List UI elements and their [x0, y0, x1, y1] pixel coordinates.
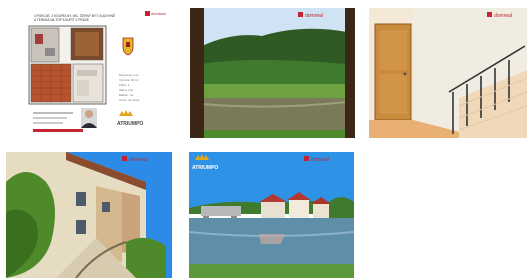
svg-text:ATRIUMPO: ATRIUMPO [117, 121, 143, 127]
floor-plan-title-2: A TERASA NA TOP KOUPIT V PRAZE [34, 18, 89, 22]
svg-text:ATRIUMPO: ATRIUMPO [192, 165, 218, 171]
floor-plan-drawing [28, 25, 107, 105]
brand-logo-icon [304, 156, 309, 161]
brand-logo-icon [122, 156, 127, 161]
gallery-thumb-street-houses[interactable]: domreal [6, 152, 172, 278]
gallery-thumb-river-village[interactable]: ATRIUMPO domreal [189, 152, 354, 278]
svg-text:Balkon: ne: Balkon: ne [119, 93, 134, 97]
brand-watermark: domreal [129, 157, 147, 163]
gallery-thumb-staircase[interactable]: domreal [369, 8, 527, 138]
coat-of-arms-icon [122, 37, 134, 56]
svg-text:Patro: 1.: Patro: 1. [119, 83, 131, 87]
bridge [201, 206, 241, 216]
brand-logo-icon [298, 12, 303, 17]
brand-logo-icon [145, 11, 150, 16]
brand-watermark: domreal [305, 13, 323, 19]
brand-name: domreal [151, 11, 166, 16]
brand-watermark: domreal [494, 13, 512, 19]
gallery-thumb-floor-plan[interactable]: 3 POKOJE, 2 KOUPELNY, WC, ČERNÝ BYT, KUC… [21, 8, 179, 138]
gallery-thumb-window-river-view[interactable]: domreal [190, 8, 355, 138]
brand-logo-icon [487, 12, 492, 17]
agent-photo [81, 108, 97, 128]
svg-text:Výměra: 95 m²: Výměra: 95 m² [119, 78, 139, 82]
svg-text:Dispozice: 4+1: Dispozice: 4+1 [119, 73, 139, 77]
svg-text:Cena: na dotaz: Cena: na dotaz [119, 98, 140, 102]
svg-text:Sklep: ano: Sklep: ano [119, 88, 134, 92]
brand-watermark: domreal [311, 157, 329, 163]
